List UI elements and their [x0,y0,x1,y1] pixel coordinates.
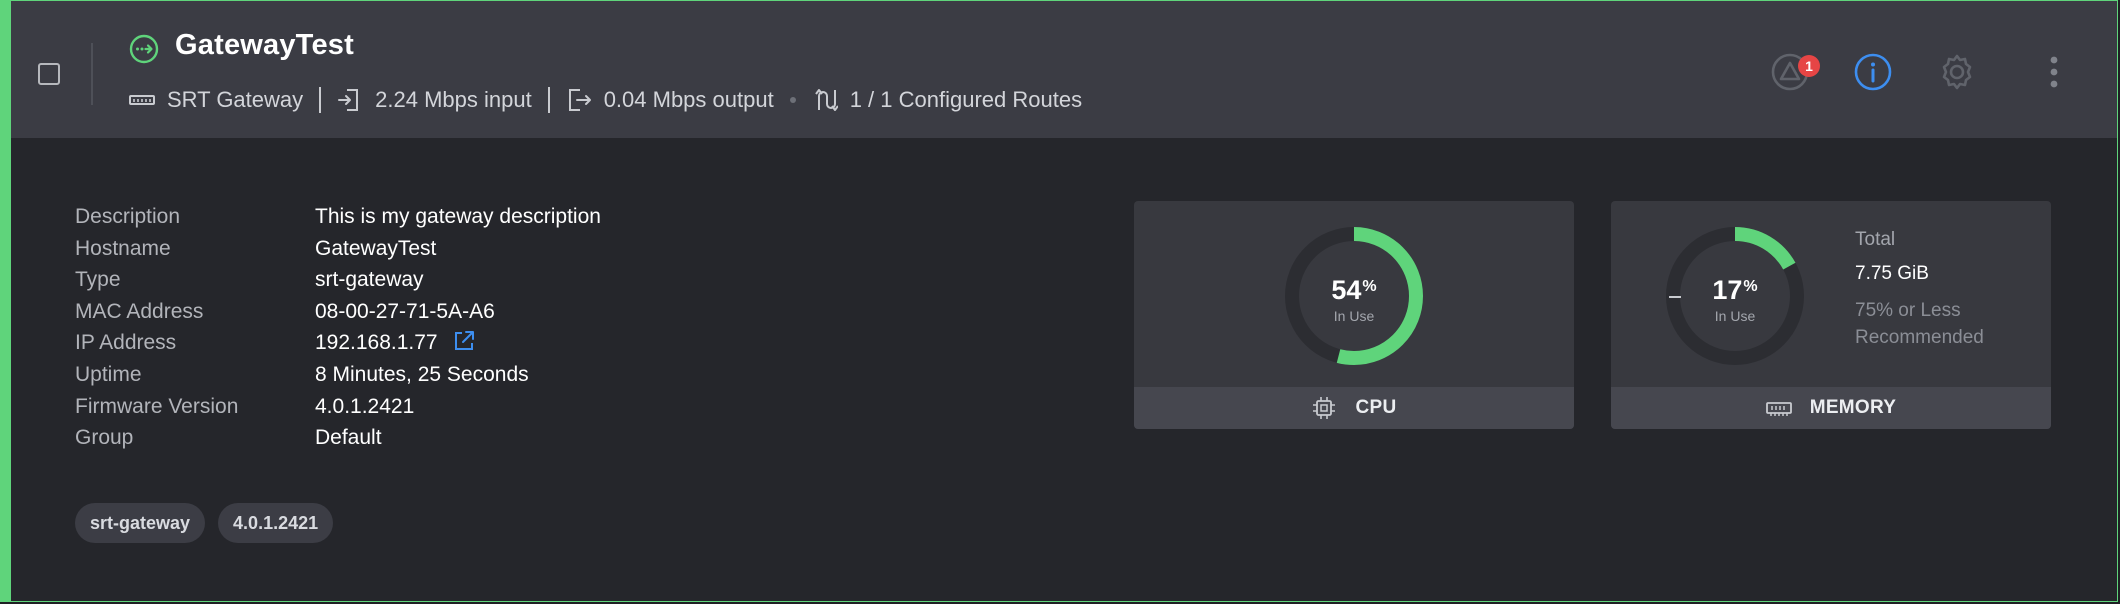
memory-info: Total 7.75 GiB 75% or Less Recommended [1855,229,1984,351]
input-icon [337,87,363,113]
cpu-gauge-text: 54% In Use [1283,275,1425,324]
ip-address-value: 192.168.1.77 [315,331,438,355]
detail-row-hostname: Hostname GatewayTest [75,233,601,265]
meta-separator [547,87,550,113]
gateway-icon [129,34,159,64]
memory-total-value: 7.75 GiB [1855,263,1929,284]
memory-recommendation: 75% or Less Recommended [1855,300,1984,348]
memory-percent: 17% [1712,275,1758,305]
meta-dot [789,97,796,103]
more-vertical-icon[interactable] [2034,52,2074,92]
meta-separator [319,87,322,113]
tag-list: srt-gateway 4.0.1.2421 [75,503,334,543]
cpu-in-use-label: In Use [1333,308,1375,324]
memory-in-use-label: In Use [1714,308,1756,324]
cpu-label: CPU [1355,397,1397,418]
detail-key: Description [75,205,181,228]
gear-icon[interactable] [1937,52,1977,92]
detail-key: Group [75,426,134,450]
tag-chip[interactable]: 4.0.1.2421 [218,503,334,543]
detail-value: 8 Minutes, 25 Seconds [315,362,529,386]
detail-key: Hostname [75,236,171,260]
header-divider [91,43,93,105]
cpu-chip-icon [1311,395,1337,421]
memory-gauge-text: 17% In Use [1664,275,1806,324]
cpu-panel: 54% In Use CPU [1134,201,1574,429]
device-icon [129,87,155,113]
alert-count-badge: 1 [1798,55,1820,77]
gateway-type-label: SRT Gateway [167,87,304,112]
detail-row-ip: IP Address 192.168.1.77 [75,327,601,359]
cpu-percent: 54% [1331,275,1377,305]
routes-label: 1 / 1 Configured Routes [849,87,1083,112]
gateway-header: GatewayTest SRT Gateway 2.24 Mbps input … [11,1,2117,138]
detail-key: Type [75,268,121,292]
memory-footer: MEMORY [1611,387,2051,429]
memory-icon [1765,395,1792,421]
select-checkbox[interactable] [38,63,60,85]
detail-row-group: Group Default [75,422,601,454]
output-icon [566,87,592,113]
detail-key: IP Address [75,331,177,355]
detail-value: Default [315,426,382,450]
detail-row-description: Description This is my gateway descripti… [75,201,601,233]
memory-total-label: Total [1855,229,1896,250]
output-rate-label: 0.04 Mbps output [603,87,774,112]
cpu-footer: CPU [1134,387,1574,429]
gateway-card: GatewayTest SRT Gateway 2.24 Mbps input … [0,0,2118,602]
detail-key: Uptime [75,362,142,386]
input-rate-label: 2.24 Mbps input [375,87,532,112]
detail-value: 192.168.1.77 [315,327,475,359]
gateway-meta: SRT Gateway 2.24 Mbps input 0.04 Mbps ou… [129,83,1082,117]
detail-value: This is my gateway description [315,205,601,228]
tag-chip[interactable]: srt-gateway [75,503,206,543]
detail-key: Firmware Version [75,394,239,418]
memory-label: MEMORY [1809,397,1897,418]
gateway-title: GatewayTest [175,29,354,61]
detail-row-uptime: Uptime 8 Minutes, 25 Seconds [75,359,601,391]
detail-key: MAC Address [75,299,204,323]
detail-value: GatewayTest [315,236,437,260]
detail-value: 08-00-27-71-5A-A6 [315,299,495,323]
memory-panel: 17% In Use Total 7.75 GiB 75% or Less Re… [1611,201,2051,429]
gateway-details: Description This is my gateway descripti… [75,201,601,454]
detail-row-type: Type srt-gateway [75,264,601,296]
detail-row-mac: MAC Address 08-00-27-71-5A-A6 [75,296,601,328]
detail-value: srt-gateway [315,268,424,292]
external-link-icon[interactable] [453,330,475,352]
detail-value: 4.0.1.2421 [315,394,415,418]
routes-icon [812,87,838,113]
detail-row-firmware: Firmware Version 4.0.1.2421 [75,391,601,423]
info-icon[interactable] [1853,52,1893,92]
